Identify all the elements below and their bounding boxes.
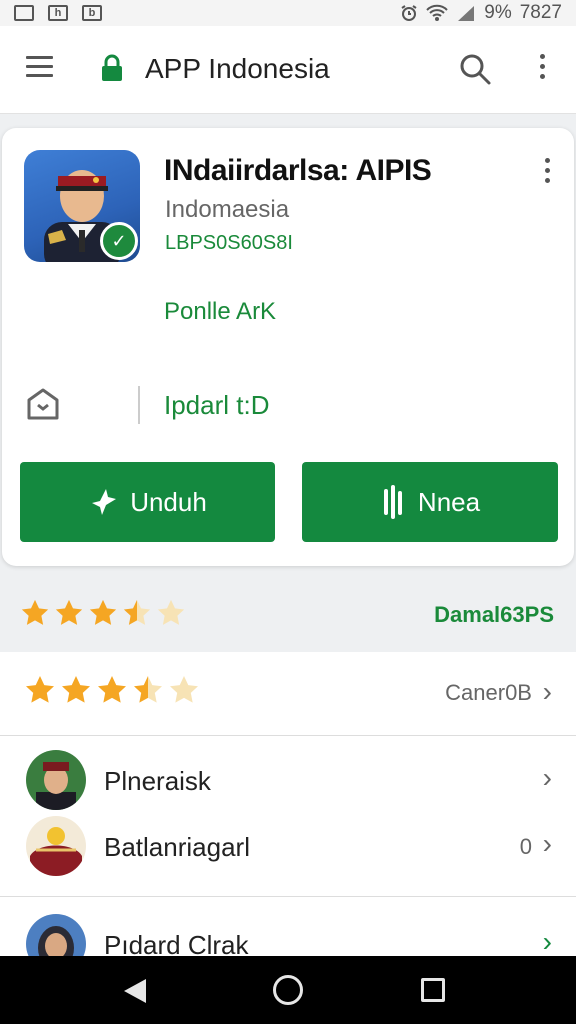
star-icon <box>123 599 151 625</box>
home-outline-icon[interactable] <box>26 388 60 420</box>
rating-summary: Damal63PS <box>0 578 576 652</box>
notification-icon-2: h <box>48 5 68 21</box>
hamburger-icon[interactable] <box>26 56 53 78</box>
app-developer: Indomaesia <box>165 196 290 223</box>
avatar <box>26 750 86 810</box>
app-tag-link[interactable]: Ponlle ArK <box>164 298 276 326</box>
status-right: 9% 7827 <box>400 2 562 24</box>
rating-row-value: Caner0B <box>445 680 532 705</box>
star-icon <box>98 676 126 703</box>
back-triangle-icon[interactable] <box>122 977 148 1005</box>
lock-icon <box>102 54 122 81</box>
app-code: LBPS0S60S8I <box>165 232 293 254</box>
chevron-right-icon: › <box>542 828 552 859</box>
open-icon <box>383 485 402 519</box>
rating-stars <box>20 598 186 628</box>
card-more-vert-icon[interactable] <box>539 158 555 188</box>
star-icon <box>157 599 185 625</box>
search-icon[interactable] <box>458 52 492 86</box>
more-vert-icon[interactable] <box>534 54 550 84</box>
rating-label[interactable]: Damal63PS <box>434 602 554 628</box>
star-icon <box>21 599 49 625</box>
notification-icon-3: b <box>82 5 102 21</box>
vertical-divider <box>138 386 140 424</box>
wifi-icon <box>426 4 448 21</box>
clock: 7827 <box>519 2 562 23</box>
star-icon <box>134 676 162 703</box>
verified-badge-icon: ✓ <box>100 222 138 260</box>
notification-icon-1 <box>14 5 34 21</box>
list-item[interactable]: Batlanriagarl 0 › <box>0 816 576 882</box>
star-icon <box>62 676 90 703</box>
open-button[interactable]: Nnea <box>302 462 558 542</box>
list-item[interactable]: Plneraisk › <box>0 750 576 816</box>
app-card: ✓ INdaiirdarlsa: AIPIS Indomaesia LBPS0S… <box>2 128 574 566</box>
details-list: Caner0B › Plneraisk › Batlanriagarl 0 › … <box>0 652 576 974</box>
status-bar: h b 9% 7827 <box>0 0 576 26</box>
chevron-right-icon: › <box>542 676 552 707</box>
star-icon <box>55 599 83 625</box>
rating-row-stars <box>24 674 200 706</box>
chevron-right-icon: › <box>542 926 552 957</box>
download-arrow-icon <box>92 489 117 515</box>
download-button-label: Unduh <box>130 486 207 517</box>
star-icon <box>26 676 54 703</box>
star-icon <box>89 599 117 625</box>
page-title: APP Indonesia <box>145 53 330 84</box>
app-bar: APP Indonesia <box>0 26 576 114</box>
system-nav-bar <box>0 956 576 1024</box>
divider <box>0 896 576 897</box>
list-item-name: Plneraisk <box>104 766 211 796</box>
rating-row[interactable]: Caner0B › <box>0 652 576 736</box>
signal-icon <box>458 6 475 21</box>
chevron-right-icon: › <box>542 762 552 793</box>
alarm-icon <box>401 5 417 21</box>
app-icon: ✓ <box>24 150 140 262</box>
list-item-count: 0 <box>519 834 532 859</box>
star-icon <box>170 676 198 703</box>
open-button-label: Nnea <box>417 486 481 517</box>
battery-level: 9% <box>484 2 512 23</box>
app-name: INdaiirdarlsa: AIPIS <box>164 154 432 187</box>
recent-square-icon[interactable] <box>421 978 445 1002</box>
list-item-name: Batlanriagarl <box>104 832 250 862</box>
notification-icons: h b <box>14 5 102 21</box>
download-button[interactable]: Unduh <box>20 462 275 542</box>
avatar <box>26 816 86 876</box>
update-info: Ipdarl t:D <box>164 390 270 420</box>
home-circle-icon[interactable] <box>273 975 303 1005</box>
